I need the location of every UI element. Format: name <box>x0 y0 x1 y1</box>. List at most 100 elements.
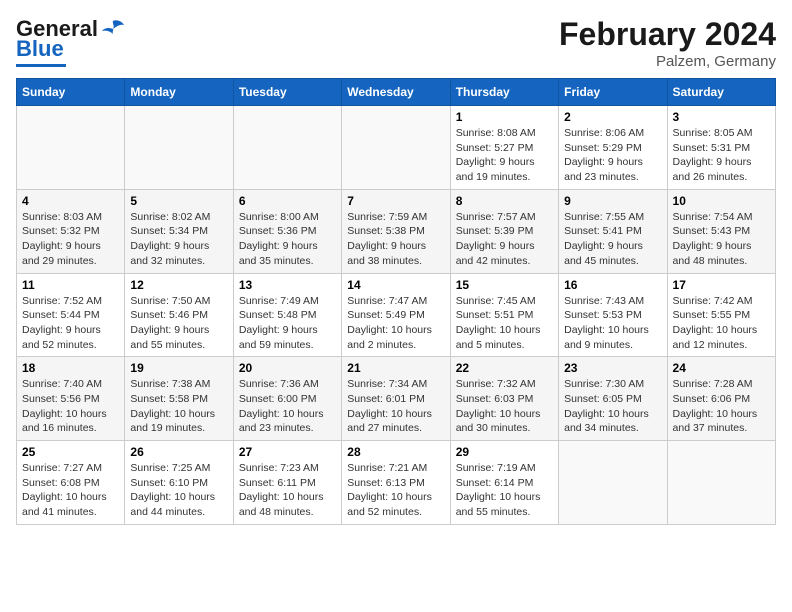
calendar-table: SundayMondayTuesdayWednesdayThursdayFrid… <box>16 78 776 525</box>
day-number: 8 <box>456 194 553 208</box>
day-number: 13 <box>239 278 336 292</box>
title-area: February 2024 Palzem, Germany <box>559 16 776 70</box>
day-info: Sunrise: 7:49 AMSunset: 5:48 PMDaylight:… <box>239 294 336 353</box>
day-info: Sunrise: 7:47 AMSunset: 5:49 PMDaylight:… <box>347 294 444 353</box>
day-info: Sunrise: 7:42 AMSunset: 5:55 PMDaylight:… <box>673 294 770 353</box>
calendar-cell: 10 Sunrise: 7:54 AMSunset: 5:43 PMDayligh… <box>667 189 775 273</box>
day-number: 6 <box>239 194 336 208</box>
weekday-header-monday: Monday <box>125 79 233 106</box>
calendar-cell: 11 Sunrise: 7:52 AMSunset: 5:44 PMDayligh… <box>17 273 125 357</box>
day-number: 16 <box>564 278 661 292</box>
day-number: 4 <box>22 194 119 208</box>
calendar-cell: 27 Sunrise: 7:23 AMSunset: 6:11 PMDayligh… <box>233 441 341 525</box>
calendar-week-1: 1 Sunrise: 8:08 AMSunset: 5:27 PMDaylight… <box>17 106 776 190</box>
day-info: Sunrise: 7:21 AMSunset: 6:13 PMDaylight:… <box>347 461 444 520</box>
day-number: 20 <box>239 361 336 375</box>
calendar-cell: 5 Sunrise: 8:02 AMSunset: 5:34 PMDaylight… <box>125 189 233 273</box>
month-title: February 2024 <box>559 16 776 53</box>
day-number: 11 <box>22 278 119 292</box>
calendar-cell: 14 Sunrise: 7:47 AMSunset: 5:49 PMDayligh… <box>342 273 450 357</box>
calendar-cell: 12 Sunrise: 7:50 AMSunset: 5:46 PMDayligh… <box>125 273 233 357</box>
day-number: 25 <box>22 445 119 459</box>
day-info: Sunrise: 8:00 AMSunset: 5:36 PMDaylight:… <box>239 210 336 269</box>
calendar-week-5: 25 Sunrise: 7:27 AMSunset: 6:08 PMDayligh… <box>17 441 776 525</box>
day-number: 23 <box>564 361 661 375</box>
weekday-header-tuesday: Tuesday <box>233 79 341 106</box>
day-info: Sunrise: 8:03 AMSunset: 5:32 PMDaylight:… <box>22 210 119 269</box>
calendar-week-4: 18Sunrise: 7:40 AMSunset: 5:56 PMDayligh… <box>17 357 776 441</box>
calendar-cell: 8 Sunrise: 7:57 AMSunset: 5:39 PMDaylight… <box>450 189 558 273</box>
calendar-cell: 1 Sunrise: 8:08 AMSunset: 5:27 PMDaylight… <box>450 106 558 190</box>
day-info: Sunrise: 7:25 AMSunset: 6:10 PMDaylight:… <box>130 461 227 520</box>
day-info: Sunrise: 8:08 AMSunset: 5:27 PMDaylight:… <box>456 126 553 185</box>
calendar-cell: 2Sunrise: 8:06 AMSunset: 5:29 PMDaylight… <box>559 106 667 190</box>
location: Palzem, Germany <box>559 53 776 70</box>
day-number: 14 <box>347 278 444 292</box>
calendar-cell: 4 Sunrise: 8:03 AMSunset: 5:32 PMDaylight… <box>17 189 125 273</box>
calendar-cell: 19 Sunrise: 7:38 AMSunset: 5:58 PMDayligh… <box>125 357 233 441</box>
calendar-cell: 21 Sunrise: 7:34 AMSunset: 6:01 PMDayligh… <box>342 357 450 441</box>
calendar-cell: 6 Sunrise: 8:00 AMSunset: 5:36 PMDaylight… <box>233 189 341 273</box>
day-info: Sunrise: 7:27 AMSunset: 6:08 PMDaylight:… <box>22 461 119 520</box>
day-info: Sunrise: 7:43 AMSunset: 5:53 PMDaylight:… <box>564 294 661 353</box>
calendar-cell: 16 Sunrise: 7:43 AMSunset: 5:53 PMDayligh… <box>559 273 667 357</box>
calendar-week-2: 4 Sunrise: 8:03 AMSunset: 5:32 PMDaylight… <box>17 189 776 273</box>
calendar-cell <box>667 441 775 525</box>
day-info: Sunrise: 8:06 AMSunset: 5:29 PMDaylight:… <box>564 126 661 185</box>
day-info: Sunrise: 7:28 AMSunset: 6:06 PMDaylight:… <box>673 377 770 436</box>
weekday-header-saturday: Saturday <box>667 79 775 106</box>
day-number: 27 <box>239 445 336 459</box>
day-info: Sunrise: 7:50 AMSunset: 5:46 PMDaylight:… <box>130 294 227 353</box>
day-number: 17 <box>673 278 770 292</box>
day-info: Sunrise: 7:32 AMSunset: 6:03 PMDaylight:… <box>456 377 553 436</box>
day-info: Sunrise: 7:30 AMSunset: 6:05 PMDaylight:… <box>564 377 661 436</box>
calendar-week-3: 11 Sunrise: 7:52 AMSunset: 5:44 PMDayligh… <box>17 273 776 357</box>
day-number: 5 <box>130 194 227 208</box>
weekday-header-thursday: Thursday <box>450 79 558 106</box>
page-header: General Blue February 2024 Palzem, Germa… <box>16 16 776 70</box>
calendar-cell: 22Sunrise: 7:32 AMSunset: 6:03 PMDayligh… <box>450 357 558 441</box>
day-info: Sunrise: 7:52 AMSunset: 5:44 PMDaylight:… <box>22 294 119 353</box>
day-number: 21 <box>347 361 444 375</box>
logo: General Blue <box>16 16 124 67</box>
weekday-header-wednesday: Wednesday <box>342 79 450 106</box>
day-number: 26 <box>130 445 227 459</box>
day-number: 7 <box>347 194 444 208</box>
calendar-cell: 3Sunrise: 8:05 AMSunset: 5:31 PMDaylight… <box>667 106 775 190</box>
calendar-cell: 23 Sunrise: 7:30 AMSunset: 6:05 PMDayligh… <box>559 357 667 441</box>
calendar-cell: 7Sunrise: 7:59 AMSunset: 5:38 PMDaylight… <box>342 189 450 273</box>
day-info: Sunrise: 7:54 AMSunset: 5:43 PMDaylight:… <box>673 210 770 269</box>
calendar-cell <box>233 106 341 190</box>
logo-bird-icon <box>102 19 124 39</box>
day-number: 18 <box>22 361 119 375</box>
calendar-cell: 29 Sunrise: 7:19 AMSunset: 6:14 PMDayligh… <box>450 441 558 525</box>
logo-underline <box>16 64 66 67</box>
day-number: 24 <box>673 361 770 375</box>
day-info: Sunrise: 7:55 AMSunset: 5:41 PMDaylight:… <box>564 210 661 269</box>
day-info: Sunrise: 7:34 AMSunset: 6:01 PMDaylight:… <box>347 377 444 436</box>
calendar-cell: 9 Sunrise: 7:55 AMSunset: 5:41 PMDaylight… <box>559 189 667 273</box>
day-number: 12 <box>130 278 227 292</box>
logo-blue-text: Blue <box>16 36 64 62</box>
calendar-cell <box>559 441 667 525</box>
calendar-cell: 25 Sunrise: 7:27 AMSunset: 6:08 PMDayligh… <box>17 441 125 525</box>
day-number: 29 <box>456 445 553 459</box>
day-number: 10 <box>673 194 770 208</box>
day-info: Sunrise: 7:19 AMSunset: 6:14 PMDaylight:… <box>456 461 553 520</box>
day-number: 28 <box>347 445 444 459</box>
day-info: Sunrise: 7:23 AMSunset: 6:11 PMDaylight:… <box>239 461 336 520</box>
calendar-cell: 24 Sunrise: 7:28 AMSunset: 6:06 PMDayligh… <box>667 357 775 441</box>
calendar-cell: 20Sunrise: 7:36 AMSunset: 6:00 PMDayligh… <box>233 357 341 441</box>
calendar-cell <box>17 106 125 190</box>
day-info: Sunrise: 8:02 AMSunset: 5:34 PMDaylight:… <box>130 210 227 269</box>
calendar-cell: 26 Sunrise: 7:25 AMSunset: 6:10 PMDayligh… <box>125 441 233 525</box>
day-number: 19 <box>130 361 227 375</box>
weekday-header-sunday: Sunday <box>17 79 125 106</box>
day-number: 1 <box>456 110 553 124</box>
day-number: 9 <box>564 194 661 208</box>
calendar-cell: 13 Sunrise: 7:49 AMSunset: 5:48 PMDayligh… <box>233 273 341 357</box>
day-info: Sunrise: 7:38 AMSunset: 5:58 PMDaylight:… <box>130 377 227 436</box>
calendar-cell <box>342 106 450 190</box>
calendar-cell: 17 Sunrise: 7:42 AMSunset: 5:55 PMDayligh… <box>667 273 775 357</box>
day-info: Sunrise: 7:57 AMSunset: 5:39 PMDaylight:… <box>456 210 553 269</box>
